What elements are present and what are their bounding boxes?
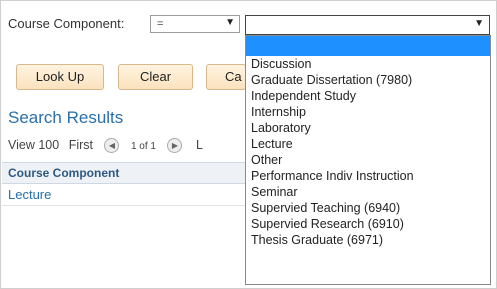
column-header-course-component[interactable]: Course Component [8, 166, 119, 180]
operator-value: = [157, 18, 164, 30]
cancel-button[interactable]: Ca [206, 64, 246, 90]
dropdown-option[interactable]: Discussion [246, 56, 490, 72]
dropdown-option[interactable]: Independent Study [246, 88, 490, 104]
dropdown-option[interactable]: Internship [246, 104, 490, 120]
page-counter: 1 of 1 [130, 141, 156, 152]
chevron-down-icon: ▼ [225, 17, 235, 28]
course-component-dropdown-list: Discussion Graduate Dissertation (7980) … [245, 35, 491, 285]
next-icon[interactable]: ▶ [167, 138, 183, 154]
course-component-label: Course Component: [8, 16, 125, 31]
clear-button[interactable]: Clear [118, 64, 193, 90]
dropdown-option[interactable]: Performance Indiv Instruction [246, 168, 490, 184]
dropdown-option[interactable]: Graduate Dissertation (7980) [246, 72, 490, 88]
dropdown-option[interactable]: Lecture [246, 136, 490, 152]
operator-select[interactable]: = ▼ [150, 15, 240, 33]
first-link[interactable]: First [69, 138, 93, 152]
dropdown-option[interactable]: Laboratory [246, 120, 490, 136]
dropdown-option[interactable]: Seminar [246, 184, 490, 200]
table-row[interactable]: Lecture [8, 187, 51, 202]
look-up-button[interactable]: Look Up [16, 64, 104, 90]
last-link[interactable]: L [196, 138, 203, 152]
dropdown-option[interactable]: Thesis Graduate (6971) [246, 232, 490, 248]
previous-icon[interactable]: ◀ [104, 138, 120, 154]
dropdown-option[interactable]: Supervied Teaching (6940) [246, 200, 490, 216]
dropdown-option[interactable]: Other [246, 152, 490, 168]
results-navigation-bar: View 100 First ◀ 1 of 1 ▶ L [8, 138, 203, 154]
search-results-title: Search Results [8, 108, 124, 127]
row-divider [2, 205, 245, 206]
course-component-select[interactable]: ▼ [245, 15, 490, 35]
view-100-link[interactable]: View 100 [8, 138, 59, 152]
dropdown-option[interactable]: Supervied Research (6910) [246, 216, 490, 232]
dropdown-option-blank[interactable] [246, 36, 490, 56]
chevron-down-icon: ▼ [474, 18, 484, 29]
results-grid-header: Course Component [2, 162, 245, 184]
